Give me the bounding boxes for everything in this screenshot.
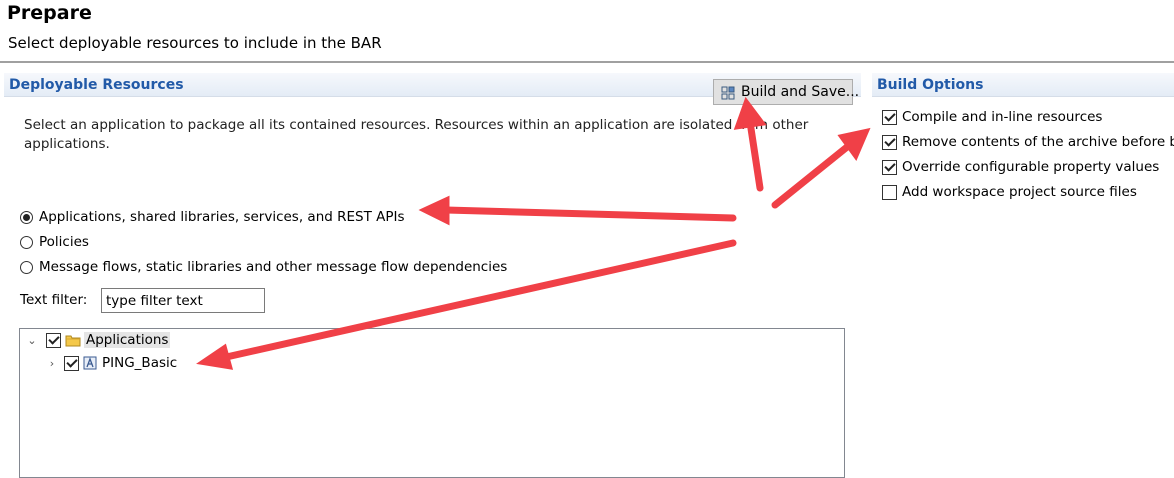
arrow-to-build-options <box>771 139 856 209</box>
arrow-to-ping-basic <box>218 239 737 362</box>
arrow-head <box>196 343 234 370</box>
arrow-to-applications-radio <box>442 206 737 222</box>
arrow-to-build-button <box>746 118 764 192</box>
arrow-head <box>418 195 450 226</box>
arrow-head <box>837 127 871 162</box>
arrow-head <box>733 96 767 130</box>
annotation-arrows <box>196 96 871 370</box>
